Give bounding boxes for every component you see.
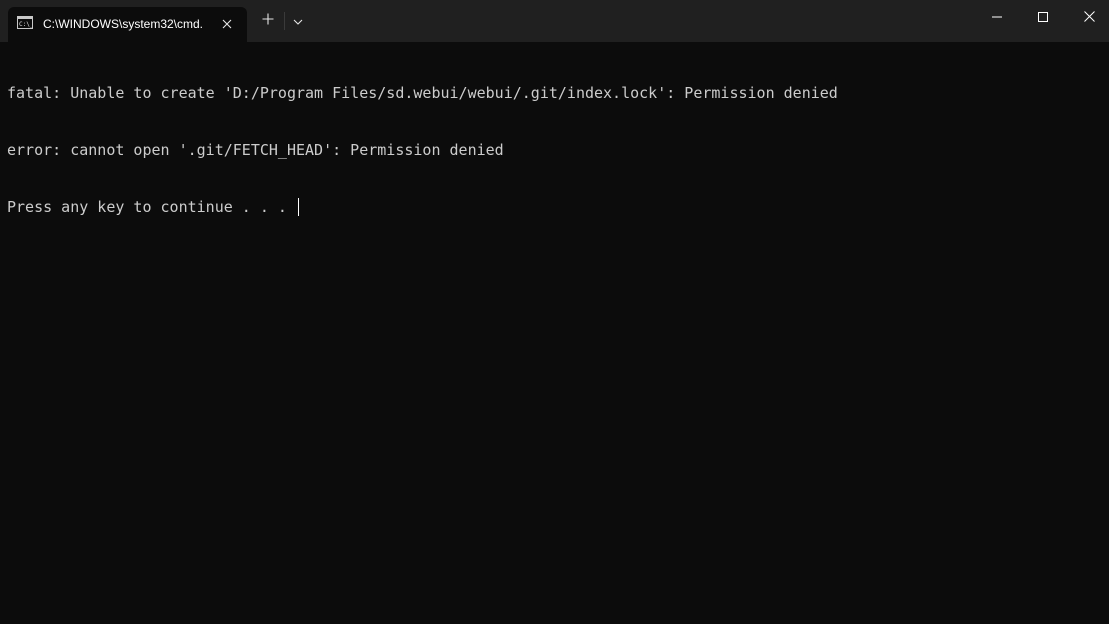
svg-text:C:\_: C:\_ <box>19 21 33 28</box>
title-bar: C:\_ C:\WINDOWS\system32\cmd. <box>0 0 1109 42</box>
maximize-button[interactable] <box>1020 0 1066 36</box>
tab-cmd[interactable]: C:\_ C:\WINDOWS\system32\cmd. <box>8 7 247 42</box>
cmd-icon: C:\_ <box>17 16 34 29</box>
close-window-button[interactable] <box>1066 0 1109 36</box>
new-tab-button[interactable] <box>257 10 279 32</box>
maximize-icon <box>1038 9 1048 27</box>
terminal-output[interactable]: fatal: Unable to create 'D:/Program File… <box>7 46 1109 624</box>
minimize-button[interactable] <box>974 0 1020 36</box>
chevron-down-icon <box>293 12 303 30</box>
terminal-line: error: cannot open '.git/FETCH_HEAD': Pe… <box>7 141 504 159</box>
minimize-icon <box>992 9 1002 27</box>
terminal-line: Press any key to continue . . . <box>7 198 296 216</box>
terminal-line-prompt: Press any key to continue . . . <box>7 198 1109 217</box>
plus-icon <box>262 12 274 30</box>
terminal-line: fatal: Unable to create 'D:/Program File… <box>7 84 838 102</box>
close-icon[interactable] <box>218 15 236 33</box>
text-cursor <box>297 198 299 216</box>
close-icon <box>1083 9 1095 27</box>
tab-title: C:\WINDOWS\system32\cmd. <box>43 17 204 31</box>
tab-divider <box>284 12 285 30</box>
tab-dropdown-button[interactable] <box>288 10 308 32</box>
